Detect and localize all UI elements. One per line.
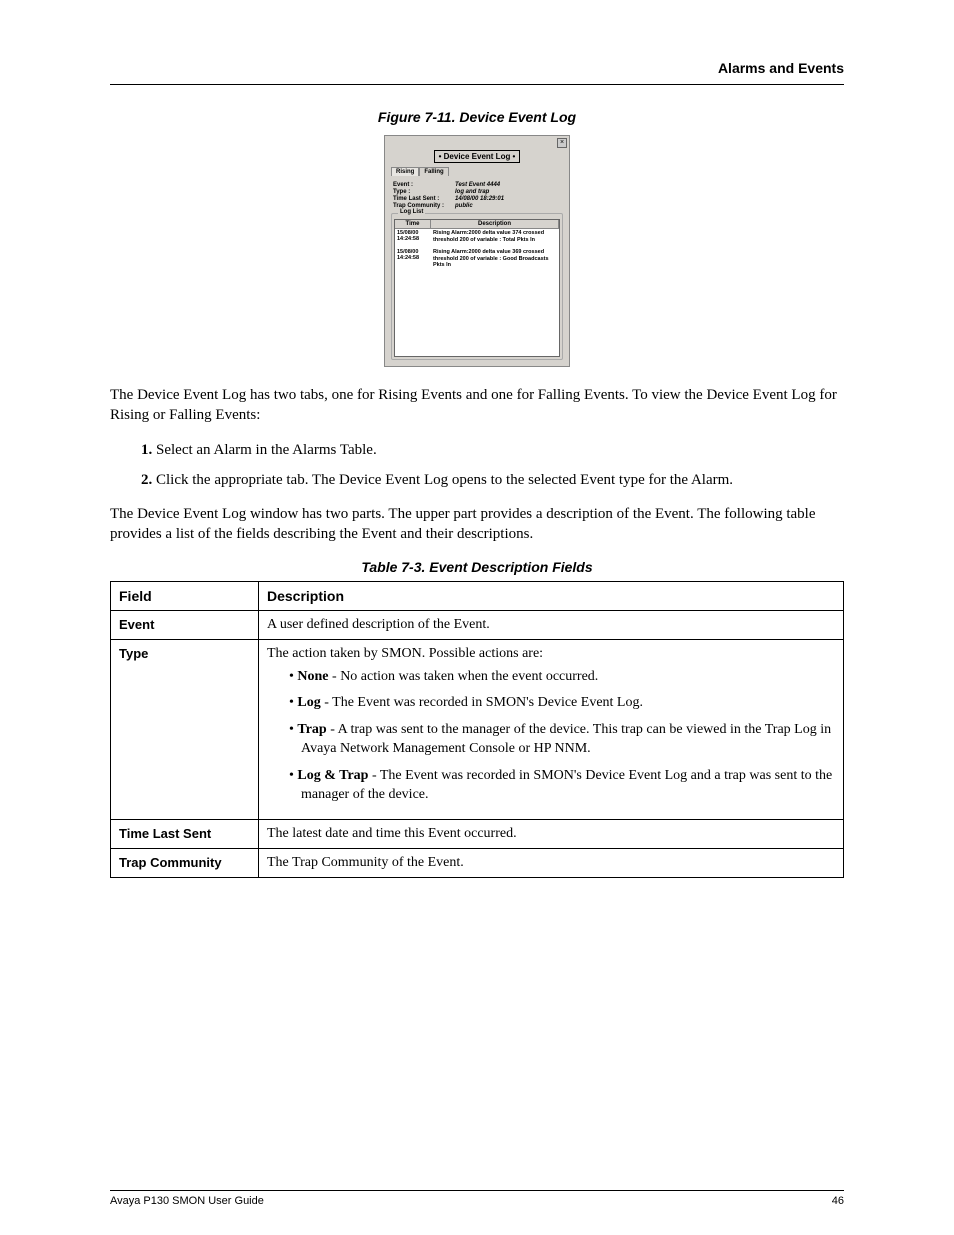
meta-value-timelast: 14/08/00 18:29:01 bbox=[455, 196, 504, 202]
event-description-table: Field Description Event A user defined d… bbox=[110, 581, 844, 878]
tab-falling[interactable]: Falling bbox=[419, 167, 448, 176]
table-header-description: Description bbox=[259, 581, 844, 610]
step-item: Click the appropriate tab. The Device Ev… bbox=[156, 470, 844, 490]
log-row-time: 15/08/00 14:24:58 bbox=[395, 229, 431, 244]
window-title: • Device Event Log • bbox=[434, 150, 521, 163]
event-meta: Event :Test Event 4444 Type :log and tra… bbox=[393, 182, 561, 209]
table-header-field: Field bbox=[111, 581, 259, 610]
steps-list: Select an Alarm in the Alarms Table. Cli… bbox=[156, 440, 844, 491]
type-item-none: None - No action was taken when the even… bbox=[289, 668, 835, 687]
footer-page: 46 bbox=[832, 1195, 844, 1207]
desc-timelast: The latest date and time this Event occu… bbox=[259, 819, 844, 848]
desc-trapcomm: The Trap Community of the Event. bbox=[259, 848, 844, 877]
field-type: Type bbox=[111, 639, 259, 819]
meta-value-event: Test Event 4444 bbox=[455, 182, 500, 188]
step-item: Select an Alarm in the Alarms Table. bbox=[156, 440, 844, 460]
desc-type: The action taken by SMON. Possible actio… bbox=[259, 639, 844, 819]
type-item-logtrap: Log & Trap - The Event was recorded in S… bbox=[289, 767, 835, 805]
figure-wrap: × • Device Event Log • RisingFalling Eve… bbox=[110, 135, 844, 367]
meta-value-trapcomm: public bbox=[455, 203, 473, 209]
meta-label-timelast: Time Last Sent : bbox=[393, 196, 455, 202]
field-timelast: Time Last Sent bbox=[111, 819, 259, 848]
log-head-time: Time bbox=[395, 220, 431, 228]
footer-rule bbox=[110, 1190, 844, 1191]
header-rule bbox=[110, 84, 844, 85]
log-list-frame: Log List Time Description 15/08/00 14:24… bbox=[391, 213, 563, 360]
table-caption: Table 7-3. Event Description Fields bbox=[110, 559, 844, 575]
meta-value-type: log and trap bbox=[455, 189, 489, 195]
page-footer: Avaya P130 SMON User Guide 46 bbox=[110, 1190, 844, 1207]
paragraph: The Device Event Log window has two part… bbox=[110, 504, 844, 545]
section-header: Alarms and Events bbox=[110, 60, 844, 76]
log-row-desc: Rising Alarm:2000 delta value 369 crosse… bbox=[431, 248, 559, 270]
log-row-time: 15/08/00 14:24:58 bbox=[395, 248, 431, 270]
type-intro: The action taken by SMON. Possible actio… bbox=[267, 646, 543, 661]
log-head-desc: Description bbox=[431, 220, 559, 228]
log-list-legend: Log List bbox=[398, 209, 425, 215]
tabs: RisingFalling bbox=[391, 167, 569, 176]
field-event: Event bbox=[111, 610, 259, 639]
device-event-log-window: × • Device Event Log • RisingFalling Eve… bbox=[384, 135, 570, 367]
tab-rising[interactable]: Rising bbox=[391, 167, 419, 176]
meta-label-type: Type : bbox=[393, 189, 455, 195]
log-row: 15/08/00 14:24:58 Rising Alarm:2000 delt… bbox=[395, 248, 559, 270]
log-row: 15/08/00 14:24:58 Rising Alarm:2000 delt… bbox=[395, 229, 559, 244]
figure-caption: Figure 7-11. Device Event Log bbox=[110, 109, 844, 125]
paragraph: The Device Event Log has two tabs, one f… bbox=[110, 385, 844, 426]
log-row-desc: Rising Alarm:2000 delta value 374 crosse… bbox=[431, 229, 559, 244]
field-trapcomm: Trap Community bbox=[111, 848, 259, 877]
footer-left: Avaya P130 SMON User Guide bbox=[110, 1195, 264, 1207]
type-item-log: Log - The Event was recorded in SMON's D… bbox=[289, 694, 835, 713]
meta-label-event: Event : bbox=[393, 182, 455, 188]
type-item-trap: Trap - A trap was sent to the manager of… bbox=[289, 721, 835, 759]
close-icon[interactable]: × bbox=[557, 138, 567, 148]
desc-event: A user defined description of the Event. bbox=[259, 610, 844, 639]
